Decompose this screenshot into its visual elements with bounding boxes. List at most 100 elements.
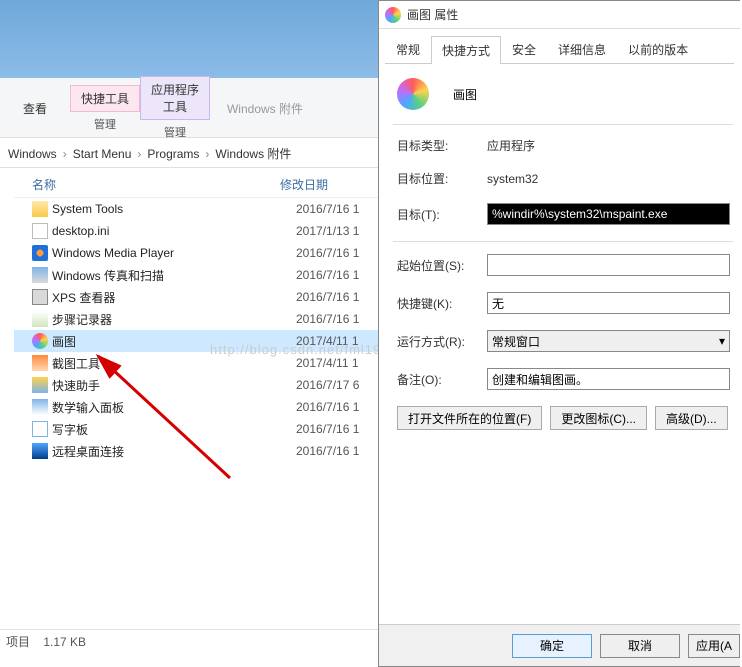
file-name: 数学输入面板 (52, 399, 296, 416)
file-name: System Tools (52, 202, 296, 216)
list-item[interactable]: 截图工具2017/4/11 1 (14, 352, 380, 374)
value-target-type: 应用程序 (487, 137, 730, 154)
column-checkbox[interactable] (14, 176, 32, 193)
file-list: 名称 修改日期 System Tools2016/7/16 1desktop.i… (14, 172, 380, 462)
list-item[interactable]: System Tools2016/7/16 1 (14, 198, 380, 220)
breadcrumb-item[interactable]: Start Menu (69, 147, 136, 161)
label-target: 目标(T): (397, 206, 487, 223)
ribbon-tab-label: 快捷工具 (70, 85, 140, 112)
ribbon: 查看 快捷工具 管理 应用程序工具 管理 Windows 附件 (0, 78, 380, 138)
ribbon-tab-quick-tools[interactable]: 快捷工具 管理 (70, 78, 140, 138)
chevron-right-icon: › (135, 147, 143, 161)
file-date: 2016/7/16 1 (296, 202, 380, 216)
tab-details[interactable]: 详细信息 (547, 35, 617, 63)
file-icon (32, 399, 48, 415)
comment-input[interactable] (487, 368, 730, 390)
list-item[interactable]: Windows Media Player2016/7/16 1 (14, 242, 380, 264)
tab-security[interactable]: 安全 (501, 35, 547, 63)
label-hotkey: 快捷键(K): (397, 295, 487, 312)
list-item[interactable]: 快速助手2016/7/17 6 (14, 374, 380, 396)
file-icon (32, 289, 48, 305)
file-name: 步骤记录器 (52, 311, 296, 328)
advanced-button[interactable]: 高级(D)... (655, 406, 728, 430)
hotkey-input[interactable] (487, 292, 730, 314)
dialog-body: 画图 目标类型: 应用程序 目标位置: system32 目标(T): 起始位置… (379, 64, 740, 440)
cancel-button[interactable]: 取消 (600, 634, 680, 658)
file-icon (32, 355, 48, 371)
tab-shortcut[interactable]: 快捷方式 (431, 36, 501, 64)
list-item[interactable]: desktop.ini2017/1/13 1 (14, 220, 380, 242)
run-select-value: 常规窗口 (492, 333, 540, 350)
breadcrumb[interactable]: Windows› Start Menu› Programs› Windows 附… (0, 140, 380, 168)
value-target-location: system32 (487, 172, 730, 186)
column-date[interactable]: 修改日期 (280, 176, 380, 193)
breadcrumb-item[interactable]: Programs (143, 147, 203, 161)
column-name[interactable]: 名称 (32, 176, 280, 193)
file-icon (32, 245, 48, 261)
file-icon (32, 267, 48, 283)
ok-button[interactable]: 确定 (512, 634, 592, 658)
ribbon-view-label: 查看 (0, 100, 70, 117)
file-date: 2016/7/16 1 (296, 246, 380, 260)
breadcrumb-item[interactable]: Windows (4, 147, 61, 161)
file-icon (32, 311, 48, 327)
list-item[interactable]: 写字板2016/7/16 1 (14, 418, 380, 440)
label-target-type: 目标类型: (397, 137, 487, 154)
ribbon-group-view[interactable]: 查看 (0, 78, 70, 138)
label-start-in: 起始位置(S): (397, 257, 487, 274)
label-comment: 备注(O): (397, 371, 487, 388)
file-name: Windows 传真和扫描 (52, 267, 296, 284)
file-date: 2017/4/11 1 (296, 356, 380, 370)
breadcrumb-item[interactable]: Windows 附件 (211, 145, 295, 162)
tab-previous-versions[interactable]: 以前的版本 (617, 35, 699, 63)
ribbon-tab-app-tools[interactable]: 应用程序工具 管理 (140, 78, 210, 138)
file-name: desktop.ini (52, 224, 296, 238)
paint-icon (385, 7, 401, 23)
tab-general[interactable]: 常规 (385, 35, 431, 63)
file-icon (32, 443, 48, 459)
list-item[interactable]: 远程桌面连接2016/7/16 1 (14, 440, 380, 462)
chevron-right-icon: › (203, 147, 211, 161)
file-icon (32, 223, 48, 239)
file-name: 快速助手 (52, 377, 296, 394)
chevron-down-icon: ▾ (719, 334, 725, 348)
file-date: 2017/4/11 1 (296, 334, 380, 348)
ribbon-tab-label: 应用程序工具 (140, 76, 210, 120)
label-run: 运行方式(R): (397, 333, 487, 350)
dialog-title: 画图 属性 (407, 6, 458, 23)
file-name: 截图工具 (52, 355, 296, 372)
file-name: 画图 (52, 333, 296, 350)
file-date: 2016/7/16 1 (296, 422, 380, 436)
run-select[interactable]: 常规窗口 ▾ (487, 330, 730, 352)
list-item[interactable]: 画图2017/4/11 1 (14, 330, 380, 352)
ribbon-tab-accessories[interactable]: Windows 附件 (210, 78, 320, 138)
open-file-location-button[interactable]: 打开文件所在的位置(F) (397, 406, 542, 430)
list-item[interactable]: Windows 传真和扫描2016/7/16 1 (14, 264, 380, 286)
explorer-window: 查看 快捷工具 管理 应用程序工具 管理 Windows 附件 Windows ›… (0, 0, 380, 651)
file-name: Windows Media Player (52, 246, 296, 260)
ribbon-sub-label: 管理 (70, 116, 140, 132)
list-item[interactable]: 数学输入面板2016/7/16 1 (14, 396, 380, 418)
file-name: 写字板 (52, 421, 296, 438)
file-date: 2016/7/16 1 (296, 268, 380, 282)
list-item[interactable]: 步骤记录器2016/7/16 1 (14, 308, 380, 330)
file-icon (32, 421, 48, 437)
file-date: 2016/7/16 1 (296, 444, 380, 458)
status-bar: 项目 1.17 KB (0, 629, 380, 651)
file-name: XPS 查看器 (52, 289, 296, 306)
file-date: 2017/1/13 1 (296, 224, 380, 238)
apply-button[interactable]: 应用(A (688, 634, 740, 658)
separator (393, 241, 733, 242)
label-target-location: 目标位置: (397, 170, 487, 187)
file-name: 远程桌面连接 (52, 443, 296, 460)
change-icon-button[interactable]: 更改图标(C)... (550, 406, 647, 430)
dialog-footer: 确定 取消 应用(A (379, 624, 740, 666)
target-input[interactable] (487, 203, 730, 225)
file-date: 2016/7/16 1 (296, 290, 380, 304)
tab-strip: 常规 快捷方式 安全 详细信息 以前的版本 (385, 35, 734, 64)
dialog-titlebar[interactable]: 画图 属性 (379, 1, 740, 29)
file-date: 2016/7/16 1 (296, 400, 380, 414)
start-in-input[interactable] (487, 254, 730, 276)
list-header: 名称 修改日期 (14, 172, 380, 198)
list-item[interactable]: XPS 查看器2016/7/16 1 (14, 286, 380, 308)
